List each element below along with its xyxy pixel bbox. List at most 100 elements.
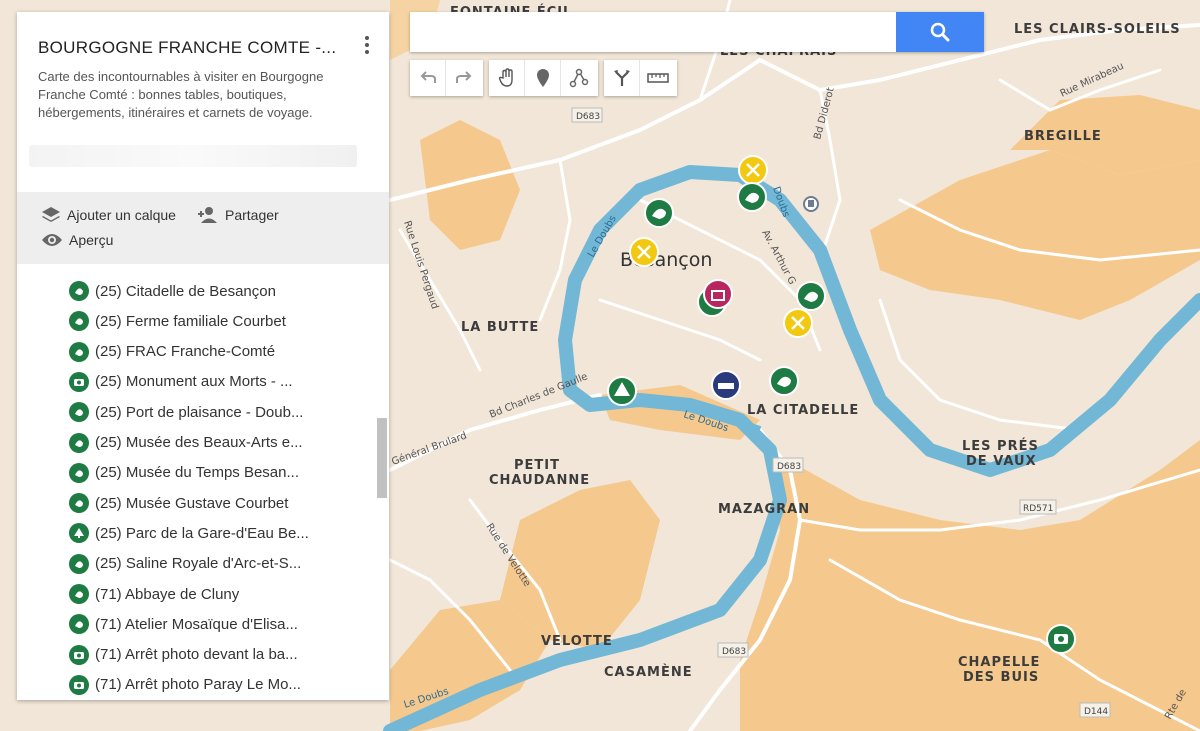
monument-icon <box>69 433 89 453</box>
tree-icon <box>69 523 89 543</box>
map-marker-camera[interactable] <box>1047 625 1075 653</box>
monument-icon <box>69 311 89 331</box>
monument-icon <box>69 614 89 634</box>
layer-actions-bar: Ajouter un calque Partager Aperçu <box>17 192 389 264</box>
monument-icon <box>69 584 89 604</box>
list-item-label: (25) Saline Royale d'Arc-et-S... <box>95 555 301 572</box>
svg-text:D144: D144 <box>1084 707 1108 717</box>
map-marker-monument[interactable] <box>770 367 798 395</box>
list-item[interactable]: (25) Musée Gustave Courbet <box>69 490 288 516</box>
monument-icon <box>69 463 89 483</box>
share-label: Partager <box>225 207 279 223</box>
district-label: CHAPELLE <box>958 655 1040 670</box>
district-label: MAZAGRAN <box>718 502 810 517</box>
map-marker-monument[interactable] <box>645 199 673 227</box>
search-input[interactable] <box>410 12 896 52</box>
district-label: DES BUIS <box>963 670 1039 685</box>
route-tools-group <box>604 60 677 96</box>
list-item-label: (25) Parc de la Gare-d'Eau Be... <box>95 525 309 542</box>
list-item[interactable]: (25) Citadelle de Besançon <box>69 278 276 304</box>
list-item[interactable]: (71) Atelier Mosaïque d'Elisa... <box>69 611 298 637</box>
map-title[interactable]: BOURGOGNE FRANCHE COMTE -... <box>38 38 336 58</box>
directions-icon <box>613 69 631 87</box>
list-item[interactable]: (25) Saline Royale d'Arc-et-S... <box>69 551 301 577</box>
list-item[interactable]: (25) FRAC Franche-Comté <box>69 339 275 365</box>
list-item[interactable]: (25) Port de plaisance - Doub... <box>69 399 303 425</box>
map-marker-park[interactable] <box>608 377 636 405</box>
map-marker-food[interactable] <box>739 156 767 184</box>
district-label: LES PRÉS <box>962 438 1039 454</box>
map-marker-monument[interactable] <box>738 183 766 211</box>
train-station-icon[interactable] <box>804 197 818 211</box>
monument-icon <box>69 281 89 301</box>
list-item-label: (71) Arrêt photo Paray Le Mo... <box>95 676 301 693</box>
map-description[interactable]: Carte des incontournables à visiter en B… <box>38 68 368 122</box>
list-item-label: (25) Musée Gustave Courbet <box>95 495 288 512</box>
measure-button[interactable] <box>640 60 676 96</box>
district-label: CASAMÈNE <box>604 664 693 680</box>
list-item-label: (25) Musée des Beaux-Arts e... <box>95 434 303 451</box>
map-side-panel: BOURGOGNE FRANCHE COMTE -... Carte des i… <box>17 12 389 700</box>
district-label: VELOTTE <box>541 634 613 649</box>
camera-icon <box>69 372 89 392</box>
map-marker-hotel[interactable] <box>712 371 740 399</box>
list-item[interactable]: (25) Musée des Beaux-Arts e... <box>69 430 303 456</box>
road-badge: D683 <box>718 643 748 657</box>
camera-icon <box>69 645 89 665</box>
search-button[interactable] <box>896 12 984 52</box>
district-label: BREGILLE <box>1024 129 1102 144</box>
list-item[interactable]: (25) Parc de la Gare-d'Eau Be... <box>69 520 309 546</box>
svg-text:RD571: RD571 <box>1023 504 1053 514</box>
blurred-content <box>29 145 357 167</box>
preview-label: Aperçu <box>69 232 113 248</box>
map-marker-monument[interactable] <box>797 282 825 310</box>
directions-button[interactable] <box>604 60 640 96</box>
places-list: (25) Citadelle de Besançon (25) Ferme fam… <box>17 264 389 700</box>
panel-scrollbar[interactable] <box>377 418 387 498</box>
redo-icon <box>455 71 473 85</box>
select-hand-button[interactable] <box>489 60 525 96</box>
district-label: LA CITADELLE <box>747 403 859 418</box>
more-options-icon[interactable] <box>359 34 375 58</box>
share-button[interactable]: Partager <box>197 206 279 224</box>
list-item-label: (71) Atelier Mosaïque d'Elisa... <box>95 616 298 633</box>
draw-line-button[interactable] <box>561 60 597 96</box>
draw-line-icon <box>569 68 589 88</box>
list-item[interactable]: (25) Monument aux Morts - ... <box>69 369 293 395</box>
list-item-label: (25) FRAC Franche-Comté <box>95 343 275 360</box>
list-item-label: (25) Musée du Temps Besan... <box>95 464 299 481</box>
list-item[interactable]: (71) Arrêt photo Paray Le Mo... <box>69 672 301 698</box>
list-item-label: (25) Citadelle de Besançon <box>95 283 276 300</box>
svg-text:D683: D683 <box>722 647 746 657</box>
list-item[interactable]: (71) Abbaye de Cluny <box>69 581 239 607</box>
preview-button[interactable]: Aperçu <box>41 232 113 248</box>
monument-icon <box>69 342 89 362</box>
add-layer-button[interactable]: Ajouter un calque <box>41 206 176 224</box>
list-item-label: (71) Arrêt photo devant la ba... <box>95 646 298 663</box>
list-item-label: (25) Port de plaisance - Doub... <box>95 404 303 421</box>
add-marker-button[interactable] <box>525 60 561 96</box>
search-icon <box>930 22 950 42</box>
svg-text:D683: D683 <box>777 462 801 472</box>
list-item[interactable]: (25) Musée du Temps Besan... <box>69 460 299 486</box>
map-marker-food[interactable] <box>630 238 658 266</box>
draw-tools-group <box>489 60 598 96</box>
redo-button[interactable] <box>446 60 482 96</box>
map-marker-shop[interactable] <box>704 280 732 308</box>
add-layer-label: Ajouter un calque <box>67 207 176 223</box>
list-item[interactable]: (71) Arrêt photo devant la ba... <box>69 642 298 668</box>
road-badge: D683 <box>572 108 602 122</box>
undo-button[interactable] <box>410 60 446 96</box>
list-item-label: (25) Monument aux Morts - ... <box>95 373 293 390</box>
hand-icon <box>498 68 516 88</box>
district-label: DE VAUX <box>966 454 1037 469</box>
monument-icon <box>69 493 89 513</box>
monument-icon <box>69 554 89 574</box>
camera-icon <box>69 675 89 695</box>
svg-text:D683: D683 <box>576 112 600 122</box>
map-marker-food[interactable] <box>784 309 812 337</box>
add-person-icon <box>197 206 219 224</box>
eye-icon <box>41 232 63 248</box>
list-item[interactable]: (25) Ferme familiale Courbet <box>69 308 286 334</box>
undo-redo-group <box>410 60 483 96</box>
